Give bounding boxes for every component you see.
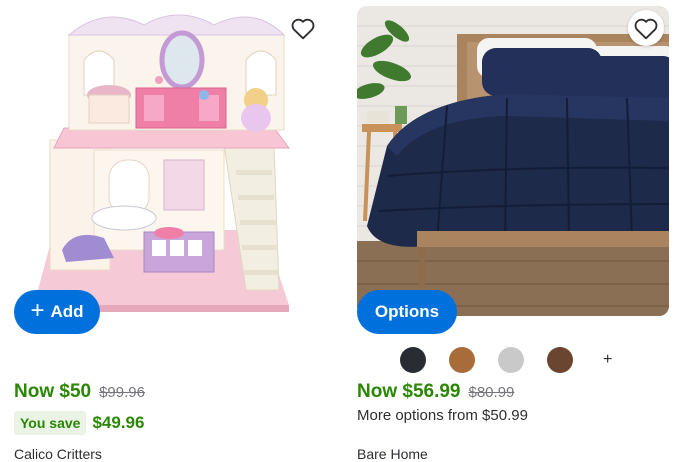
price-line: Now $56.99 $80.99 (357, 381, 514, 403)
you-save-badge: You save (14, 411, 87, 435)
options-button[interactable]: Options (357, 290, 457, 334)
plus-icon: + (30, 297, 45, 324)
product-card-comforter[interactable]: Options + Now $56.99 $80.99 More options… (343, 0, 683, 462)
product-title[interactable]: Bare Home (357, 446, 428, 462)
was-price: $99.96 (99, 384, 145, 401)
add-button-label: Add (50, 302, 84, 321)
heart-outline-icon (634, 18, 658, 40)
options-button-label: Options (374, 302, 440, 321)
heart-outline-icon (291, 18, 315, 40)
product-image[interactable] (357, 6, 669, 316)
comforter-image (357, 6, 669, 316)
favorite-button[interactable] (285, 10, 321, 46)
price-line: Now $50 $99.96 (14, 381, 145, 403)
product-image[interactable] (14, 0, 316, 318)
save-amount: $49.96 (92, 413, 145, 432)
current-price: Now $56.99 (357, 381, 461, 402)
dollhouse-image (14, 0, 316, 318)
current-price: Now $50 (14, 381, 92, 402)
was-price: $80.99 (468, 384, 515, 401)
swatch-charcoal[interactable] (400, 347, 426, 373)
product-title[interactable]: Calico Critters (14, 446, 102, 462)
swatch-light-gray[interactable] (498, 347, 524, 373)
product-card-dollhouse[interactable]: + Add Now $50 $99.96 You save $49.96 Cal… (0, 0, 330, 462)
more-swatches-indicator[interactable]: + (603, 351, 612, 369)
swatch-brown[interactable] (547, 347, 573, 373)
swatch-tan[interactable] (449, 347, 475, 373)
savings-row: You save $49.96 (14, 411, 144, 435)
more-options-text: More options from $50.99 (357, 407, 528, 424)
add-button[interactable]: + Add (14, 290, 100, 334)
favorite-button[interactable] (628, 10, 664, 46)
color-swatches: + (400, 347, 612, 373)
